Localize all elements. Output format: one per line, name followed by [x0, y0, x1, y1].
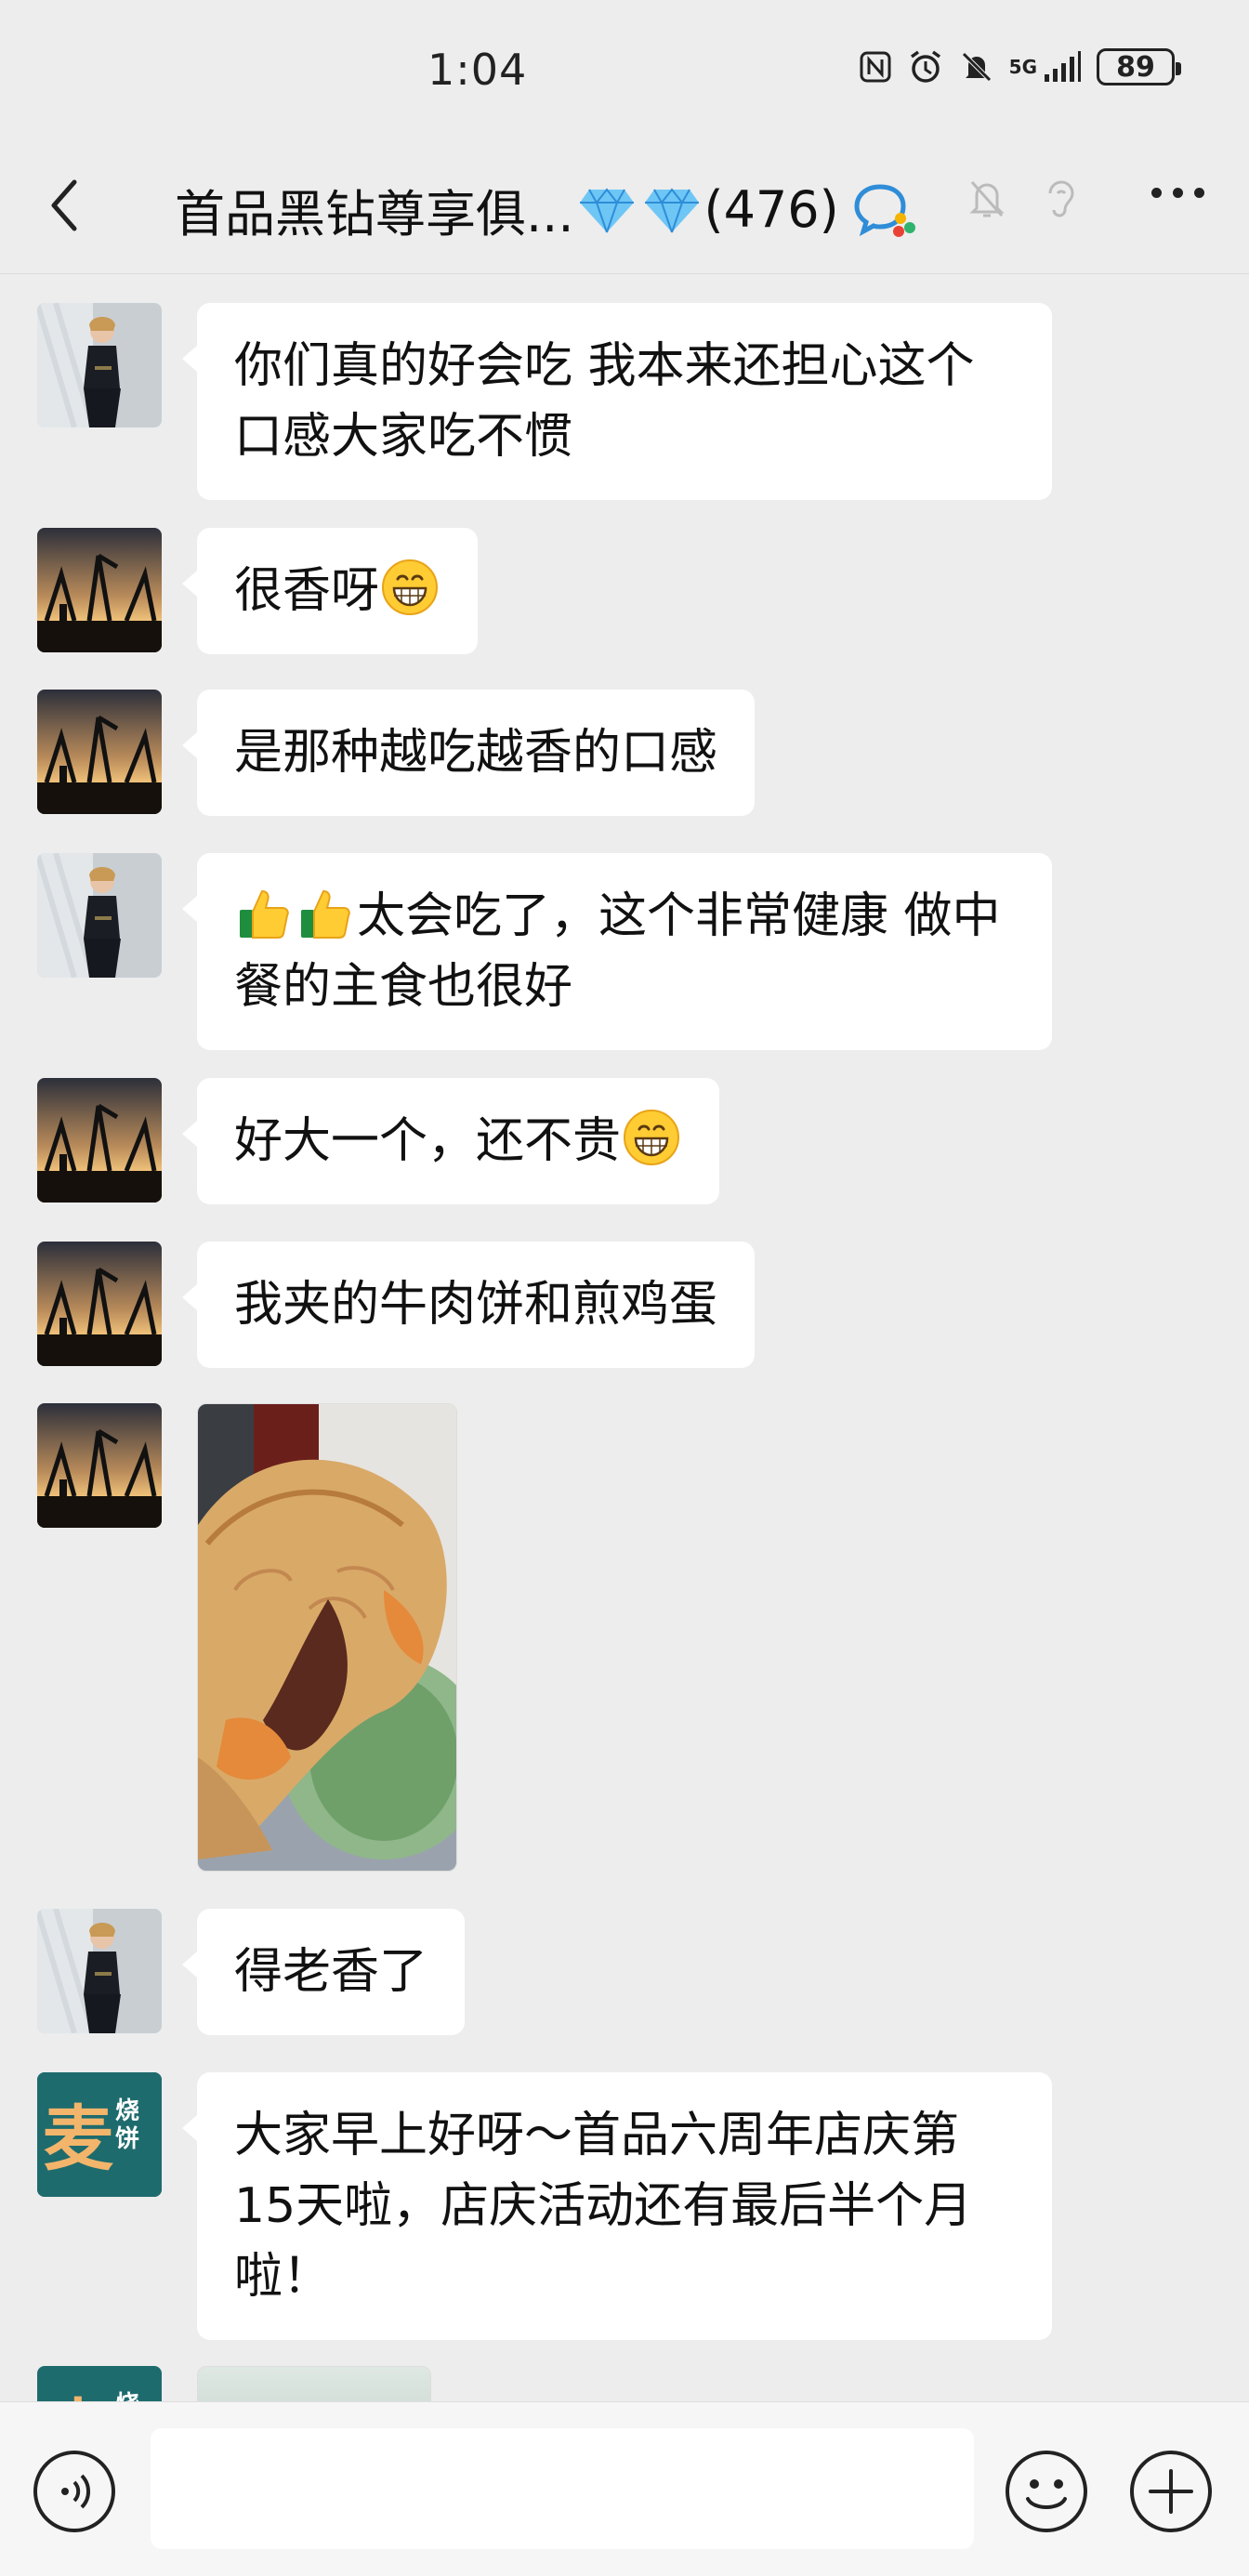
- message-input[interactable]: [151, 2428, 974, 2549]
- photo-message[interactable]: [197, 2366, 431, 2403]
- voice-input-icon[interactable]: [32, 2449, 117, 2534]
- grin-emoji-icon: [382, 559, 439, 615]
- message-bubble[interactable]: 得老香了: [181, 1909, 466, 2035]
- message-bubble[interactable]: 太会吃了，这个非常健康 做中餐的主食也很好: [182, 853, 1052, 1050]
- message-row: 很香呀: [37, 528, 479, 654]
- battery-level: 89: [1116, 50, 1155, 84]
- message-text: 是那种越吃越香的口感: [234, 725, 718, 781]
- avatar[interactable]: [37, 303, 162, 427]
- diamond-icon: [644, 187, 699, 232]
- sunset-avatar-icon: [37, 1403, 162, 1528]
- signal-icon: [1045, 51, 1081, 82]
- battery-indicator: 89: [1097, 48, 1181, 85]
- message-row: 太会吃了，这个非常健康 做中餐的主食也很好: [37, 853, 1052, 1050]
- more-actions-plus-icon[interactable]: [1128, 2449, 1214, 2534]
- woman-avatar-icon: [37, 303, 162, 427]
- grin-emoji-icon: [624, 1110, 680, 1165]
- message-bubble[interactable]: 你们真的好会吃 我本来还担心这个口感大家吃不惯: [182, 303, 1052, 500]
- message-text: 你们真的好会吃 我本来还担心这个口感大家吃不惯: [234, 338, 975, 465]
- status-bar: 1:04 5G 89: [0, 0, 1249, 139]
- group-title[interactable]: 首品黑钻尊享俱... (476): [175, 173, 919, 246]
- message-row: [37, 1403, 457, 1872]
- message-text: 大家早上好呀～首品六周年店庆第15天啦，店庆活动还有最后半个月啦！: [234, 2108, 973, 2305]
- shaobing-logo-icon: 麦 烧饼: [37, 2072, 162, 2197]
- avatar[interactable]: [37, 853, 162, 978]
- message-row: 是那种越吃越香的口感: [37, 690, 756, 816]
- woman-avatar-icon: [37, 1909, 162, 2033]
- message-row: 好大一个，还不贵: [37, 1078, 720, 1204]
- avatar[interactable]: [37, 1403, 162, 1528]
- alarm-icon: [910, 50, 940, 83]
- sunset-avatar-icon: [37, 1242, 162, 1366]
- beef-flatbread-photo: [198, 1404, 456, 1871]
- message-row: 得老香了: [37, 1909, 466, 2035]
- header-status-icons: [966, 175, 1078, 223]
- group-name: 首品黑钻尊享俱...: [175, 185, 574, 243]
- message-bubble[interactable]: 我夹的牛肉饼和煎鸡蛋: [181, 1242, 756, 1368]
- thumbs-up-emoji-icon: [240, 889, 289, 939]
- photo-message[interactable]: [197, 1403, 457, 1872]
- message-text: 得老香了: [234, 1944, 428, 2000]
- message-text: 很香呀: [234, 563, 380, 619]
- avatar[interactable]: 麦 烧饼: [37, 2072, 162, 2197]
- thumbs-up-emoji-icon: [301, 889, 350, 939]
- message-row: 你们真的好会吃 我本来还担心这个口感大家吃不惯: [37, 303, 1052, 500]
- message-row: 我夹的牛肉饼和煎鸡蛋: [37, 1242, 756, 1368]
- avatar[interactable]: [37, 690, 162, 814]
- back-arrow-icon[interactable]: [37, 173, 93, 238]
- message-bubble[interactable]: 好大一个，还不贵: [181, 1078, 720, 1204]
- sunset-avatar-icon: [37, 690, 162, 814]
- chat-header: 首品黑钻尊享俱... (476): [0, 139, 1249, 274]
- input-bar: [0, 2401, 1249, 2576]
- avatar[interactable]: [37, 1242, 162, 1366]
- mute-notification-icon: [969, 181, 1005, 217]
- woman-avatar-icon: [37, 853, 162, 978]
- avatar[interactable]: [37, 1909, 162, 2033]
- message-text: 我夹的牛肉饼和煎鸡蛋: [234, 1277, 718, 1333]
- sunset-avatar-icon: [37, 1078, 162, 1203]
- avatar[interactable]: [37, 1078, 162, 1203]
- emoji-picker-icon[interactable]: [1004, 2449, 1089, 2534]
- logo-big-char: 麦: [43, 2101, 113, 2179]
- avatar[interactable]: [37, 528, 162, 652]
- more-options-button[interactable]: [1151, 188, 1204, 198]
- message-row: 麦 烧饼 大家早上好呀～首品六周年店庆第15天啦，店庆活动还有最后半个月啦！: [37, 2072, 1052, 2340]
- mute-bell-icon: [961, 52, 992, 82]
- status-icons: 5G 89: [859, 48, 1181, 85]
- diamond-icon: [579, 187, 634, 232]
- shaobing-logo-icon: 麦 烧饼: [37, 2366, 162, 2403]
- message-bubble[interactable]: 很香呀: [181, 528, 479, 654]
- member-count: (476): [703, 180, 839, 239]
- message-bubble[interactable]: 是那种越吃越香的口感: [181, 690, 756, 816]
- message-row: 麦 烧饼: [37, 2366, 431, 2403]
- nfc-icon: [860, 51, 891, 83]
- network-label: 5G: [1008, 56, 1037, 78]
- message-bubble[interactable]: 大家早上好呀～首品六周年店庆第15天啦，店庆活动还有最后半个月啦！: [182, 2072, 1052, 2340]
- message-text: 好大一个，还不贵: [234, 1113, 622, 1169]
- logo-small-chars: 烧饼: [115, 2096, 139, 2152]
- group-chat-badge-icon: [854, 183, 915, 237]
- sunset-avatar-icon: [37, 528, 162, 652]
- earpiece-icon: [1048, 180, 1074, 217]
- status-time: 1:04: [427, 45, 528, 95]
- chat-message-list[interactable]: 你们真的好会吃 我本来还担心这个口感大家吃不惯 很香呀 是那种越吃越香的口感 太…: [0, 275, 1249, 2403]
- avatar[interactable]: 麦 烧饼: [37, 2366, 162, 2403]
